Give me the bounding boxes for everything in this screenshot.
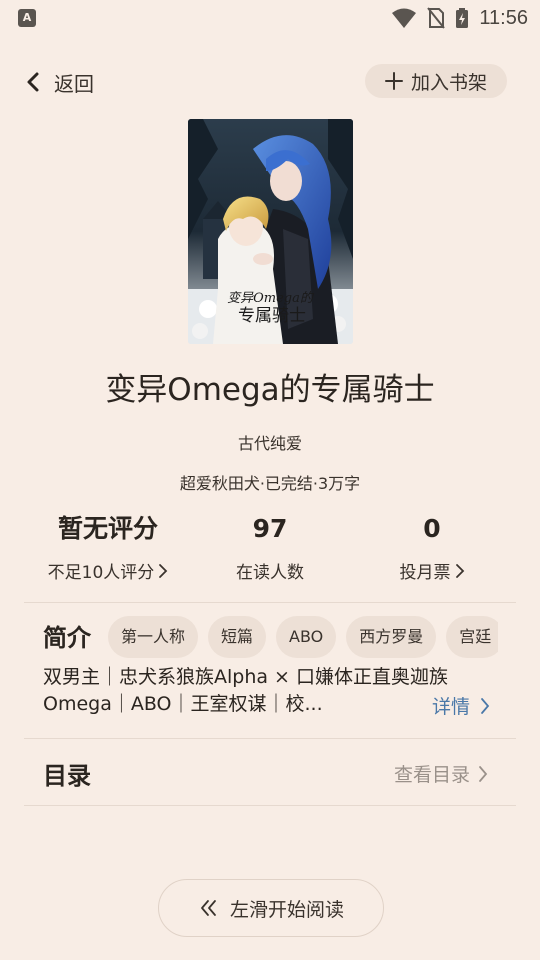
divider [24, 602, 516, 603]
divider [24, 738, 516, 739]
chevron-right-icon [159, 563, 168, 578]
rating-label-row: 不足10人评分 [28, 558, 188, 583]
book-title: 变异Omega的专属骑士 [105, 372, 435, 408]
readers-value: 97 [252, 514, 288, 543]
battery-charging-icon [456, 8, 469, 28]
intro-text[interactable]: 双男主｜忠犬系狼族Alpha × 口嫌体正直奥迦族 Omega｜ABO｜王室权谋… [43, 664, 483, 718]
monthly-ticket-label-row: 投月票 [352, 558, 512, 583]
book-meta: 超爱秋田犬·已完结·3万字 [179, 474, 361, 493]
rating-stat[interactable]: 暂无评分 不足10人评分 [28, 510, 188, 583]
chevron-left-icon [27, 72, 39, 92]
no-sim-icon [427, 7, 446, 29]
start-reading-button[interactable]: 左滑开始阅读 [158, 879, 384, 937]
back-label: 返回 [54, 71, 94, 96]
intro-heading: 简介 [43, 624, 91, 652]
svg-text:变异Omega的: 变异Omega的 [227, 290, 315, 306]
readers-stat: 97 在读人数 [190, 510, 350, 583]
readers-label-row: 在读人数 [190, 558, 350, 583]
tag-chip[interactable]: 第一人称 [108, 616, 199, 658]
tag-chip[interactable]: ABO [276, 616, 337, 658]
intro-line-2: Omega｜ABO｜王室权谋｜校... [43, 693, 323, 715]
status-bar: A 11:56 [0, 0, 540, 36]
monthly-ticket-label: 投月票 [399, 563, 451, 583]
back-button[interactable]: 返回 [26, 64, 94, 100]
app-notification-icon: A [18, 9, 36, 27]
book-cover[interactable]: 变异Omega的 专属骑士 [188, 119, 353, 344]
status-icons: 11:56 [391, 6, 528, 30]
monthly-ticket-value: 0 [423, 514, 441, 543]
view-toc-link[interactable]: 查看目录 [394, 760, 488, 787]
book-cover-illustration: 变异Omega的 专属骑士 [188, 119, 353, 344]
toc-heading: 目录 [43, 762, 91, 790]
monthly-ticket-stat[interactable]: 0 投月票 [352, 510, 512, 583]
status-time: 11:56 [479, 6, 528, 29]
tags-strip[interactable]: 第一人称 短篇 ABO 西方罗曼 宫廷 [108, 616, 498, 658]
view-toc-label: 查看目录 [394, 764, 471, 786]
wifi-icon [392, 8, 417, 28]
tag-chip[interactable]: 西方罗曼 [346, 616, 437, 658]
book-category[interactable]: 古代纯爱 [0, 430, 540, 454]
svg-text:专属骑士: 专属骑士 [238, 306, 306, 326]
tag-chip[interactable]: 短篇 [208, 616, 267, 658]
tag-chip[interactable]: 宫廷 [446, 616, 498, 658]
book-detail-page: A 11:56 返回 加入书架 变异Omega的 专属骑士 变异Omega的专属… [0, 0, 540, 960]
double-chevron-left-icon [201, 900, 216, 916]
chevron-right-icon [479, 765, 488, 782]
intro-line-1: 双男主｜忠犬系狼族Alpha × 口嫌体正直奥迦族 [43, 666, 449, 688]
plus-icon [384, 72, 403, 90]
details-link[interactable]: 详情 [432, 692, 490, 719]
rating-label: 不足10人评分 [47, 563, 155, 583]
chevron-right-icon [481, 697, 490, 714]
divider [24, 805, 516, 806]
chevron-right-icon [455, 563, 464, 578]
details-label: 详情 [432, 696, 471, 718]
start-reading-label: 左滑开始阅读 [229, 898, 344, 921]
add-to-bookshelf-button[interactable]: 加入书架 [365, 64, 507, 98]
rating-value: 暂无评分 [57, 514, 158, 543]
add-to-bookshelf-label: 加入书架 [410, 71, 487, 94]
readers-label: 在读人数 [236, 563, 304, 583]
